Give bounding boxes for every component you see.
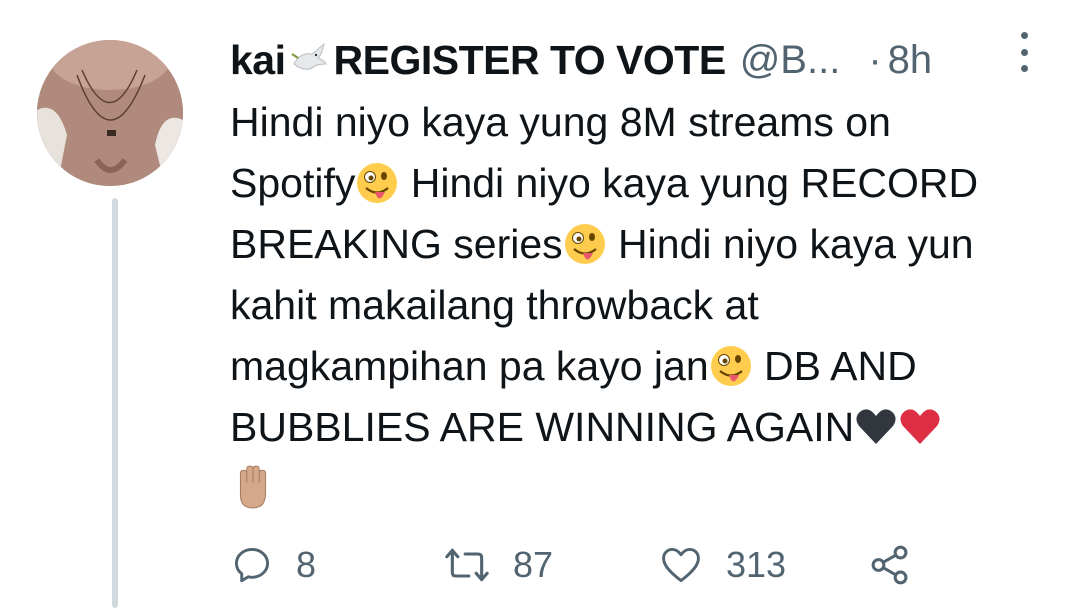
separator: · [868,37,882,82]
tweet-line-6: BUBBLIES ARE WINNING AGAIN [230,397,1070,458]
thread-line [112,198,118,608]
zany-face-icon [564,224,605,264]
display-name-suffix[interactable]: REGISTER TO VOTE [334,37,727,84]
tweet-text: Hindi niyo kaya yung 8M streams on Spoti… [230,92,1070,519]
avatar-photo [37,40,183,186]
tweet-text-segment: BUBBLIES ARE WINNING AGAIN [230,404,855,450]
tweet-line-7 [230,458,1070,519]
tweet-line-5: magkampihan pa kayo jan DB AND [230,336,1070,397]
tweet-line-1: Hindi niyo kaya yung 8M streams on [230,92,1070,153]
reply-count: 8 [296,544,317,585]
zany-face-icon [357,163,398,203]
retweet-icon [445,548,489,582]
zany-face-icon [710,346,751,386]
tweet-text-segment: DB AND [752,343,917,389]
tweet-line-2: Spotify Hindi niyo kaya yung RECORD [230,153,1070,214]
reply-button[interactable]: 8 [230,543,316,587]
heart-icon [662,547,700,583]
like-count: 313 [726,544,787,585]
tweet-header: kai REGISTER TO VOTE @B... · 8h [230,30,1040,90]
red-heart-icon [900,409,940,444]
share-button[interactable] [867,542,913,588]
tweet-line-3: BREAKING series Hindi niyo kaya yun [230,214,1070,275]
handle[interactable]: @B... [740,38,841,83]
share-icon [871,545,908,585]
like-button[interactable]: 313 [658,543,786,587]
retweet-count: 87 [513,544,554,585]
tweet-text-segment: magkampihan pa kayo jan [230,343,709,389]
more-options-icon[interactable] [1016,32,1032,72]
tweet-text-segment: Hindi niyo kaya yung RECORD [399,160,979,206]
raised-hand-icon [239,465,267,509]
tweet-text-segment: Hindi niyo kaya yung 8M streams on [230,99,891,145]
retweet-button[interactable]: 87 [443,543,553,587]
reply-icon [234,547,270,583]
avatar[interactable] [37,40,183,186]
tweet-text-segment: Spotify [230,160,356,206]
dove-icon [290,42,330,78]
black-heart-icon [856,409,896,444]
tweet-text-segment: Hindi niyo kaya yun [606,221,974,267]
tweet-line-4: kahit makailang throwback at [230,275,1070,336]
display-name[interactable]: kai [230,37,286,84]
timestamp[interactable]: 8h [888,38,933,83]
tweet-text-segment: BREAKING series [230,221,563,267]
tweet-text-segment: kahit makailang throwback at [230,282,759,328]
